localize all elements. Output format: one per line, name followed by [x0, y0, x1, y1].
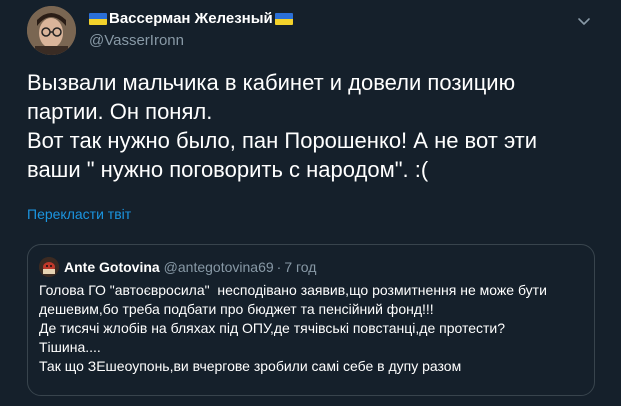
quote-author-avatar	[39, 257, 59, 277]
ukraine-flag-icon	[89, 12, 107, 25]
author-handle[interactable]: @VasserIronn	[89, 32, 184, 49]
quote-header: Ante Gotovina @antegotovina69 · 7 год	[64, 259, 316, 275]
chevron-down-icon	[578, 18, 590, 25]
quote-author-handle: @antegotovina69	[163, 259, 274, 275]
quote-timestamp: 7 год	[284, 259, 317, 275]
author-name[interactable]: Вассерман Железный	[89, 10, 293, 27]
quote-text: Голова ГО "автоєвросила" несподівано зая…	[39, 282, 547, 374]
quote-separator: ·	[276, 259, 282, 275]
tweet-text: Вызвали мальчика в кабинет и довели пози…	[27, 70, 538, 182]
translate-tweet-link[interactable]: Перекласти твіт	[27, 206, 131, 222]
quoted-tweet[interactable]: Ante Gotovina @antegotovina69 · 7 год Голов…	[27, 244, 595, 396]
tweet-menu-button[interactable]	[573, 10, 595, 32]
quote-author-name: Ante Gotovina	[64, 259, 160, 275]
ukraine-flag-icon	[274, 12, 293, 25]
author-name-text: Вассерман Железный	[109, 10, 273, 27]
author-avatar[interactable]	[27, 6, 76, 55]
tweet-card: Вассерман Железный @VasserIronn Вызвали …	[0, 0, 621, 406]
